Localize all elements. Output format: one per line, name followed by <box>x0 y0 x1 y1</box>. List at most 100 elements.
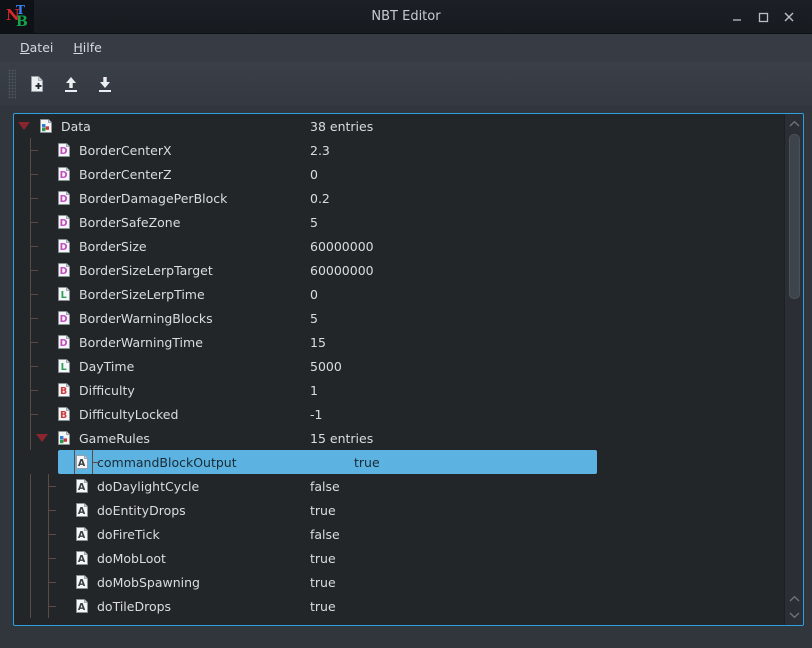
tree-row[interactable]: D BorderSafeZone 5 <box>14 210 784 234</box>
menu-item-hilfe[interactable]: Hilfe <box>63 34 111 62</box>
double-tag-icon: D <box>56 238 72 254</box>
tree-row[interactable]: AdoDaylightCycle false <box>14 474 784 498</box>
title-bar: N T B NBT Editor <box>0 0 812 34</box>
toolbar-grip-handle[interactable] <box>8 69 16 99</box>
scroll-up-arrow-top[interactable] <box>785 116 803 132</box>
tree-row[interactable]: D BorderCenterZ 0 <box>14 162 784 186</box>
tree-row-name: GameRules <box>79 430 150 446</box>
tree-row-value: true <box>310 574 336 590</box>
save-file-button[interactable] <box>88 67 122 101</box>
tree-indent <box>14 378 56 402</box>
menu-label-datei: atei <box>29 40 54 55</box>
menu-item-datei[interactable]: Datei <box>10 34 63 62</box>
tree-guide-stub <box>92 462 100 463</box>
new-file-button[interactable] <box>20 67 54 101</box>
maximize-button[interactable] <box>750 4 776 30</box>
double-tag-icon: D <box>56 190 72 206</box>
open-file-button[interactable] <box>54 67 88 101</box>
vertical-scrollbar[interactable] <box>784 114 803 625</box>
scrollbar-thumb[interactable] <box>789 134 800 299</box>
tree-row[interactable]: L BorderSizeLerpTime 0 <box>14 282 784 306</box>
tree-row-name: doTileDrops <box>97 598 172 614</box>
tree-row[interactable]: AdoFireTick false <box>14 522 784 546</box>
close-button[interactable] <box>776 4 802 30</box>
tree-row[interactable]: D BorderWarningBlocks 5 <box>14 306 784 330</box>
tree-guide-stub <box>48 606 56 607</box>
svg-text:D: D <box>60 146 68 157</box>
tree-indent <box>14 498 74 522</box>
tree-row[interactable]: D BorderCenterX 2.3 <box>14 138 784 162</box>
scroll-down-arrow[interactable] <box>785 607 803 623</box>
tree-guide-line <box>30 474 31 498</box>
minimize-button[interactable] <box>724 4 750 30</box>
tree-row-value: 15 <box>310 334 326 350</box>
tree-guide-line <box>30 594 31 618</box>
logo-letter-b: B <box>16 13 28 30</box>
tree-guide-stub <box>30 366 38 367</box>
long-tag-icon: L <box>56 286 72 302</box>
tree-indent <box>14 330 56 354</box>
tree-guide-stub <box>48 582 56 583</box>
tree-row[interactable]: D BorderDamagePerBlock 0.2 <box>14 186 784 210</box>
tree-row-value: 38 entries <box>310 118 374 134</box>
tree-row-name: DifficultyLocked <box>79 406 179 422</box>
tree-guide-line <box>30 546 31 570</box>
tree-row-value: 2.3 <box>310 142 330 158</box>
tree-guide-stub <box>30 150 38 151</box>
string-tag-icon: A <box>74 502 90 518</box>
tree-row[interactable]: AdoMobLoot true <box>14 546 784 570</box>
tree-row-name: BorderSizeLerpTarget <box>79 262 213 278</box>
tree-row[interactable]: D BorderWarningTime 15 <box>14 330 784 354</box>
tree-row-name: BorderDamagePerBlock <box>79 190 228 206</box>
tree-indent <box>14 306 56 330</box>
string-tag-icon: A <box>74 454 90 470</box>
tree-guide-stub <box>30 294 38 295</box>
tree-guide-stub <box>30 246 38 247</box>
tree-guide-line <box>30 498 31 522</box>
double-tag-icon: D <box>56 334 72 350</box>
tree-row-name: Data <box>61 118 91 134</box>
nbt-tree-view[interactable]: Data 38 entries D BorderCenterX 2.3 D BorderCe… <box>14 114 784 625</box>
svg-text:A: A <box>78 506 86 517</box>
tree-indent <box>14 354 56 378</box>
tree-row[interactable]: L DayTime 5000 <box>14 354 784 378</box>
tree-row[interactable]: AdoEntityDrops true <box>14 498 784 522</box>
svg-text:A: A <box>78 554 86 565</box>
tree-guide-line <box>30 522 31 546</box>
nbt-editor-window: N T B NBT Editor Datei Hilfe Data 38 ent… <box>0 0 812 648</box>
svg-text:D: D <box>60 314 68 325</box>
tree-guide-stub <box>30 342 38 343</box>
tree-row[interactable]: D BorderSize 60000000 <box>14 234 784 258</box>
menu-mnemonic-datei: D <box>20 40 30 55</box>
arrow-up-icon <box>61 74 81 94</box>
tree-indent <box>14 522 74 546</box>
scroll-up-arrow-bottom[interactable] <box>785 591 803 607</box>
tree-guide-stub <box>30 390 38 391</box>
tree-row-value: true <box>354 454 380 470</box>
svg-text:D: D <box>60 194 68 205</box>
tree-expander-icon[interactable] <box>18 122 30 130</box>
svg-text:A: A <box>78 458 86 469</box>
tree-expander-icon[interactable] <box>36 434 48 442</box>
tree-row[interactable]: AdoMobSpawning true <box>14 570 784 594</box>
svg-text:D: D <box>60 218 68 229</box>
string-tag-icon: A <box>74 550 90 566</box>
tree-row[interactable]: B Difficulty 1 <box>14 378 784 402</box>
tree-row[interactable]: AcommandBlockOutput true <box>58 450 597 474</box>
double-tag-icon: D <box>56 310 72 326</box>
tree-row-name: BorderSafeZone <box>79 214 181 230</box>
app-logo-icon: N T B <box>0 0 34 34</box>
tree-row-value: false <box>310 478 340 494</box>
tree-indent <box>14 114 38 138</box>
tree-row[interactable]: D BorderSizeLerpTarget 60000000 <box>14 258 784 282</box>
tree-row[interactable]: GameRules 15 entries <box>14 426 784 450</box>
toolbar <box>0 62 812 106</box>
tree-row[interactable]: B DifficultyLocked -1 <box>14 402 784 426</box>
tree-indent <box>14 402 56 426</box>
tree-row-name: BorderWarningBlocks <box>79 310 213 326</box>
tree-row-value: 1 <box>310 382 318 398</box>
tree-row-name: doMobLoot <box>97 550 166 566</box>
tree-row[interactable]: Data 38 entries <box>14 114 784 138</box>
tree-row-value: 0 <box>310 166 318 182</box>
tree-row[interactable]: AdoTileDrops true <box>14 594 784 618</box>
